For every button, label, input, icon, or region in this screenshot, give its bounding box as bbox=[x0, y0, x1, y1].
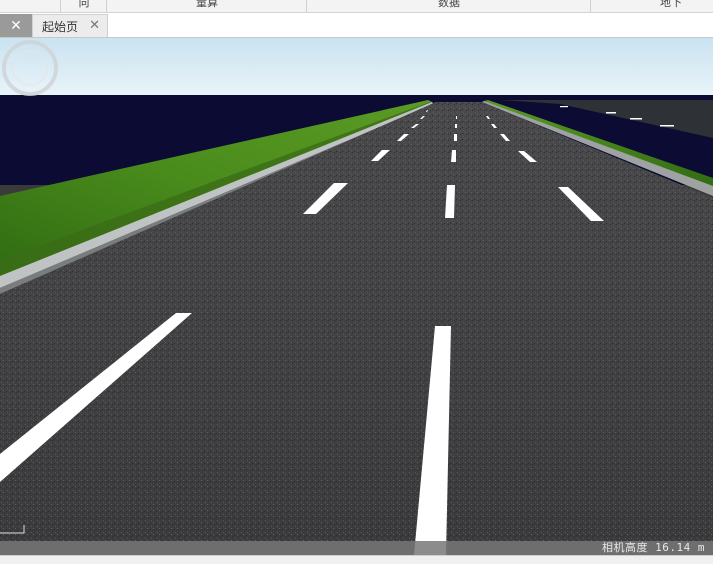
lane-mark bbox=[560, 106, 568, 108]
close-icon[interactable]: ✕ bbox=[10, 18, 22, 34]
camera-height-label: 相机高度 bbox=[602, 541, 648, 554]
lane-mark bbox=[455, 124, 457, 128]
camera-height-unit: m bbox=[697, 541, 705, 554]
road-scene bbox=[0, 38, 713, 555]
tab-scene-active[interactable]: ✕ bbox=[0, 14, 32, 37]
compass-icon[interactable] bbox=[0, 38, 60, 98]
sky bbox=[0, 38, 713, 96]
tab-start-page[interactable]: 起始页 ✕ bbox=[32, 14, 108, 37]
camera-height-value: 16.14 bbox=[655, 541, 691, 554]
document-tab-bar: ✕ 起始页 ✕ bbox=[0, 13, 713, 39]
lane-mark bbox=[660, 125, 674, 127]
3d-scene-viewport[interactable] bbox=[0, 38, 713, 555]
ribbon-group-measure[interactable]: 量算 bbox=[106, 0, 307, 12]
lane-mark bbox=[630, 118, 642, 120]
ribbon-bar: 向 量算 数据 地下 bbox=[0, 0, 713, 13]
lane-mark bbox=[456, 116, 457, 119]
lane-mark bbox=[606, 112, 616, 114]
tab-start-page-label: 起始页 bbox=[42, 19, 79, 34]
camera-height-readout: 相机高度 16.14 m bbox=[602, 541, 705, 555]
ribbon-group-data[interactable]: 数据 bbox=[306, 0, 591, 12]
ribbon-group-underground[interactable]: 地下 bbox=[590, 0, 713, 12]
ribbon-group-direction[interactable]: 向 bbox=[60, 0, 107, 12]
close-icon[interactable]: ✕ bbox=[89, 18, 100, 33]
lane-mark bbox=[454, 134, 457, 141]
